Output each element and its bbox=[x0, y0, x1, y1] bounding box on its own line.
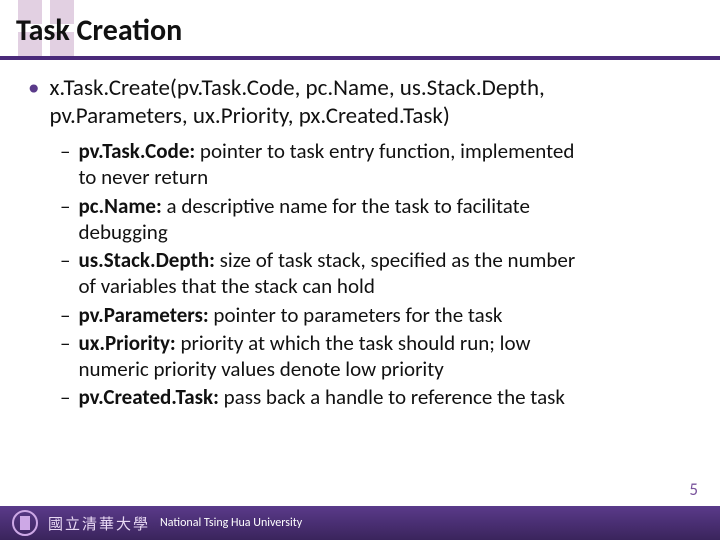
param-desc-a: pass back a handle to reference the task bbox=[219, 384, 565, 410]
param-text: pv.Task.Code: pointer to task entry func… bbox=[78, 138, 574, 191]
param-text: pc.Name: a descriptive name for the task… bbox=[78, 193, 529, 246]
param-name: pv.Task.Code: bbox=[78, 138, 195, 164]
param-desc-b: debugging bbox=[78, 219, 167, 245]
dash-icon: – bbox=[60, 247, 70, 300]
bullet-level2: – pc.Name: a descriptive name for the ta… bbox=[60, 193, 692, 246]
param-desc-a: priority at which the task should run; l… bbox=[176, 330, 531, 356]
bullet-level2: – pv.Task.Code: pointer to task entry fu… bbox=[60, 138, 692, 191]
dash-icon: – bbox=[60, 193, 70, 246]
dash-icon: – bbox=[60, 138, 70, 191]
title-underline bbox=[0, 56, 720, 60]
param-desc-a: pointer to parameters for the task bbox=[209, 302, 503, 328]
main-call-line2: pv.Parameters, ux.Priority, px.Created.T… bbox=[49, 102, 449, 130]
dash-icon: – bbox=[60, 330, 70, 383]
param-name: pv.Created.Task: bbox=[78, 384, 218, 410]
param-desc-b: of variables that the stack can hold bbox=[78, 273, 374, 299]
university-name-chinese: 國立清華大學 bbox=[48, 513, 150, 534]
bullet-level2: – ux.Priority: priority at which the tas… bbox=[60, 330, 692, 383]
page-number: 5 bbox=[689, 479, 698, 500]
param-name: us.Stack.Depth: bbox=[78, 247, 214, 273]
slide: Task Creation • x.Task.Create(pv.Task.Co… bbox=[0, 0, 720, 540]
param-desc-a: pointer to task entry function, implemen… bbox=[195, 138, 574, 164]
bullet-level1: • x.Task.Create(pv.Task.Code, pc.Name, u… bbox=[28, 74, 692, 130]
param-name: ux.Priority: bbox=[78, 330, 175, 356]
bullet-dot-icon: • bbox=[28, 74, 39, 130]
footer-bar: 國立清華大學 National Tsing Hua University bbox=[0, 506, 720, 540]
param-text: ux.Priority: priority at which the task … bbox=[78, 330, 530, 383]
param-desc-b: numeric priority values denote low prior… bbox=[78, 356, 443, 382]
dash-icon: – bbox=[60, 384, 70, 410]
param-text: us.Stack.Depth: size of task stack, spec… bbox=[78, 247, 575, 300]
main-call-text: x.Task.Create(pv.Task.Code, pc.Name, us.… bbox=[49, 74, 544, 130]
param-text: pv.Created.Task: pass back a handle to r… bbox=[78, 384, 564, 410]
param-text: pv.Parameters: pointer to parameters for… bbox=[78, 302, 502, 328]
main-call-line1: x.Task.Create(pv.Task.Code, pc.Name, us.… bbox=[49, 74, 544, 102]
bullet-level2: – us.Stack.Depth: size of task stack, sp… bbox=[60, 247, 692, 300]
slide-title: Task Creation bbox=[16, 12, 182, 49]
university-name-english: National Tsing Hua University bbox=[160, 516, 302, 530]
dash-icon: – bbox=[60, 302, 70, 328]
param-desc-b: to never return bbox=[78, 164, 208, 190]
content-area: • x.Task.Create(pv.Task.Code, pc.Name, u… bbox=[28, 74, 692, 413]
param-desc-a: size of task stack, specified as the num… bbox=[215, 247, 575, 273]
param-desc-a: a descriptive name for the task to facil… bbox=[162, 193, 530, 219]
param-name: pc.Name: bbox=[78, 193, 161, 219]
param-name: pv.Parameters: bbox=[78, 302, 208, 328]
bullet-level2: – pv.Parameters: pointer to parameters f… bbox=[60, 302, 692, 328]
bullet-level2: – pv.Created.Task: pass back a handle to… bbox=[60, 384, 692, 410]
university-crest-icon bbox=[8, 510, 42, 536]
